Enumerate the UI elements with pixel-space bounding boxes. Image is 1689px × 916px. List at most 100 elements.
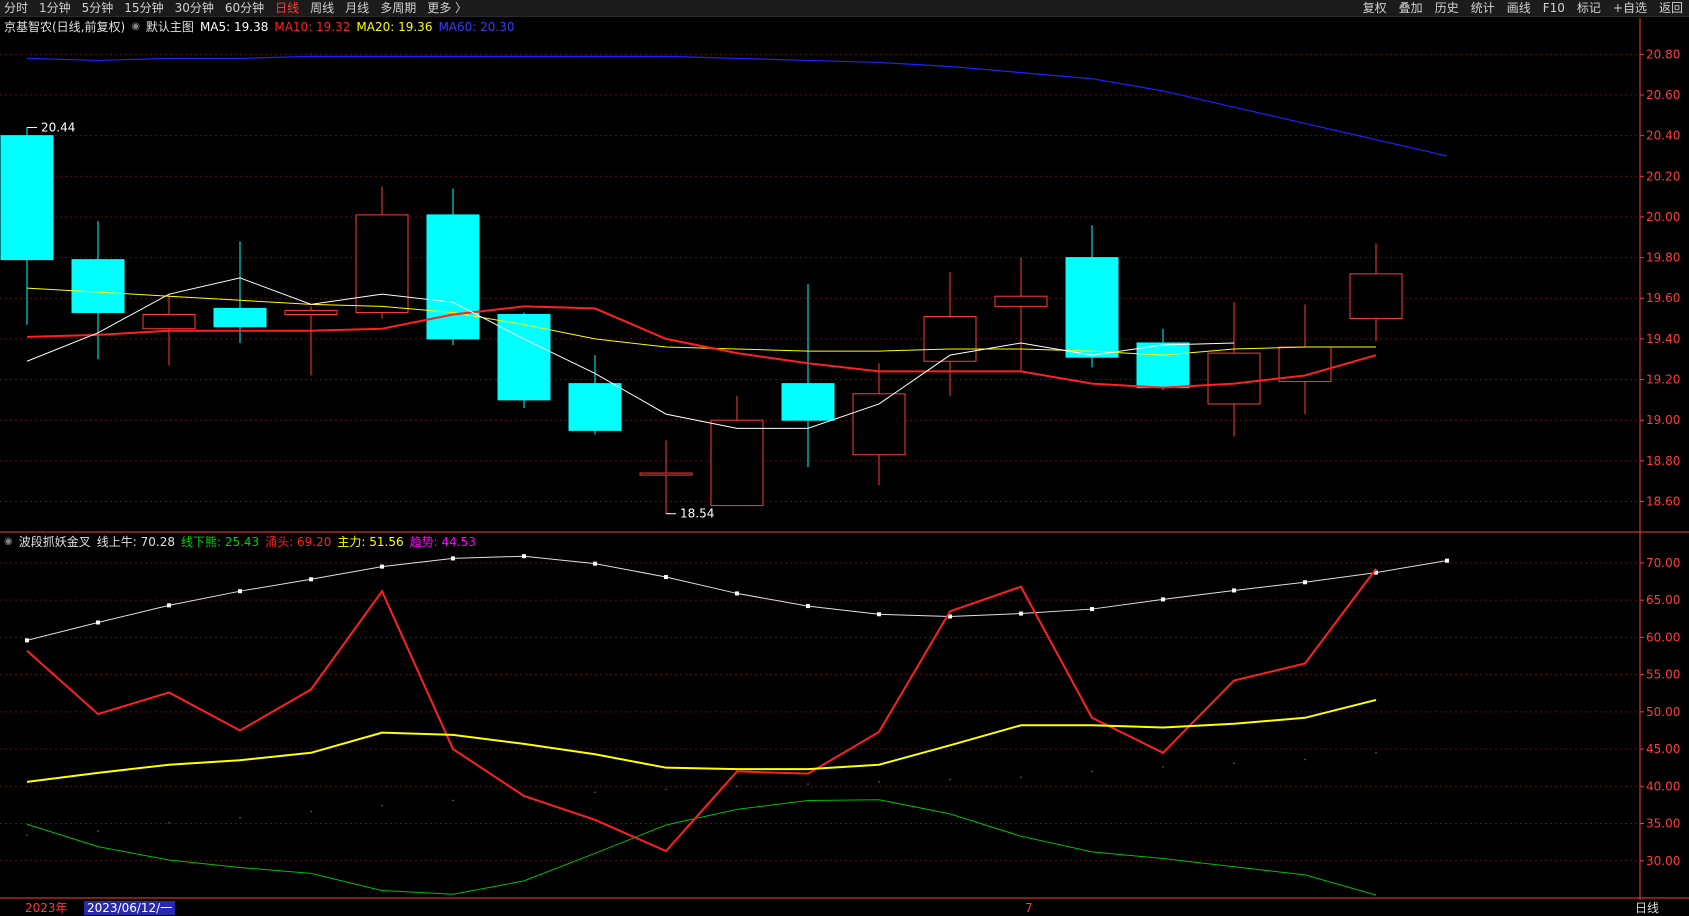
candle-body-7: [497, 314, 551, 401]
main-tick-label-8: 20.20: [1646, 169, 1680, 183]
sub-tick-label-7: 65.00: [1646, 593, 1680, 607]
bear-label: 线下熊: 25.43: [180, 535, 260, 549]
main-tick-label-2: 19.00: [1646, 413, 1680, 427]
trend-dot-4: [310, 810, 312, 813]
current-date-label: 2023/06/12/一: [84, 901, 176, 915]
main-tick-label-1: 18.80: [1646, 454, 1680, 468]
candle-body-19: [1349, 273, 1403, 320]
sub-indicator-name[interactable]: 波段抓妖金叉: [19, 533, 91, 550]
bull-point-7: [522, 554, 526, 559]
sub-tick-label-8: 70.00: [1646, 556, 1680, 570]
sub-indicator-dropdown-icon[interactable]: ◉: [4, 536, 13, 547]
sub-tick-label-0: 30.00: [1646, 854, 1680, 868]
sub-tick-label-2: 40.00: [1646, 779, 1680, 793]
candle-body-8: [568, 383, 622, 431]
sub-tick-label-1: 35.00: [1646, 817, 1680, 831]
candle-body-12: [852, 393, 906, 456]
trend-dot-1: [97, 830, 99, 832]
indicator-dropdown-icon[interactable]: ◉: [131, 21, 140, 32]
trend-dot-8: [594, 791, 596, 794]
main-tick-label-11: 20.80: [1646, 47, 1680, 61]
trend-dot-2: [168, 821, 170, 824]
month-mark-label: 7: [1025, 901, 1033, 915]
trend-dot-13: [949, 778, 951, 781]
bull-point-18: [1303, 580, 1307, 585]
bull-point-17: [1232, 588, 1236, 593]
trend-dot-5: [381, 804, 383, 807]
main-tick-label-0: 18.60: [1646, 495, 1680, 509]
sub-line-0: [26, 555, 1448, 641]
period-indicator[interactable]: 日线: [1635, 901, 1659, 915]
bull-label: 线上牛: 70.28: [96, 535, 175, 549]
date-axis-bar: [0, 900, 1689, 916]
candle-body-13: [923, 316, 977, 362]
candle-body-16: [1136, 342, 1190, 389]
candle-body-1: [71, 259, 125, 313]
bull-point-15: [1090, 607, 1094, 612]
trend-dot-0: [26, 834, 28, 837]
trend-dot-12: [878, 781, 880, 783]
sub-tick-label-5: 55.00: [1646, 668, 1680, 682]
trend-dot-6: [452, 799, 454, 802]
bull-point-10: [735, 591, 739, 596]
kline-chart[interactable]: 18.60 18.80 19.00 19.20 19.40 19.60 19.80 20.00…: [0, 0, 1689, 916]
main-tick-label-4: 19.40: [1646, 332, 1680, 346]
bull-point-6: [451, 556, 455, 561]
bull-point-5: [380, 564, 384, 569]
trend-dot-18: [1304, 758, 1306, 761]
trend-dot-14: [1020, 776, 1022, 779]
ma5-label: MA5: 19.38: [199, 19, 269, 34]
ma60-label: MA60: 20.30: [438, 19, 515, 34]
main-tick-label-3: 19.20: [1646, 373, 1680, 387]
bull-point-0: [25, 638, 29, 643]
candle-body-3: [213, 307, 267, 328]
trend-dot-17: [1233, 762, 1235, 765]
bull-point-2: [167, 603, 171, 608]
trend-dot-16: [1162, 766, 1164, 768]
year-label: 2023年: [25, 901, 68, 915]
qushi-label: 趋势: 44.53: [409, 535, 476, 549]
bull-point-9: [664, 575, 668, 580]
ma10-label: MA10: 19.32: [274, 19, 351, 34]
main-tick-label-9: 20.40: [1646, 129, 1680, 143]
main-tick-label-10: 20.60: [1646, 88, 1680, 102]
sub-tick-label-6: 60.00: [1646, 630, 1680, 644]
trend-dot-10: [736, 785, 738, 788]
bull-point-14: [1019, 611, 1023, 616]
bull-point-11: [806, 604, 810, 609]
sub-tick-label-3: 45.00: [1646, 742, 1680, 756]
ma5-line: [26, 277, 1235, 429]
main-chart-header: 京基智农(日线,前复权) ◉ 默认主图 MA5: 19.38 MA10: 19.…: [4, 18, 515, 35]
max-price-label: 20.44: [41, 121, 75, 135]
indicator-name[interactable]: 默认主图: [146, 18, 194, 35]
ma60-line: [26, 55, 1448, 157]
sub-chart-header: ◉ 波段抓妖金叉 线上牛: 70.28 线下熊: 25.43 涌头: 69.20…: [4, 533, 476, 550]
candle-body-6: [426, 214, 480, 340]
candle-body-5: [355, 214, 409, 313]
candle-body-0: [0, 135, 54, 261]
bull-point-16: [1161, 597, 1165, 602]
sub-line-1: [26, 799, 1377, 896]
bull-point-1: [96, 620, 100, 625]
sub-line-2: [26, 568, 1377, 853]
trend-dot-9: [665, 788, 667, 791]
trend-dot-3: [239, 816, 241, 819]
bull-point-4: [309, 577, 313, 582]
candle-body-10: [710, 419, 764, 507]
trend-dot-11: [807, 783, 809, 785]
trend-dot-19: [1375, 751, 1377, 754]
candle-body-11: [781, 383, 835, 421]
candle-body-17: [1207, 352, 1261, 405]
trend-dot-15: [1091, 770, 1093, 773]
zhuli-label: 主力: 51.56: [337, 535, 404, 549]
yongtou-label: 涌头: 69.20: [265, 535, 332, 549]
ma20-label: MA20: 19.36: [356, 19, 433, 34]
candle-body-4: [284, 309, 338, 316]
sub-tick-label-4: 50.00: [1646, 705, 1680, 719]
candle-body-2: [142, 314, 196, 330]
main-tick-label-5: 19.60: [1646, 291, 1680, 305]
trend-dot-7: [523, 795, 525, 798]
bull-point-8: [593, 561, 597, 566]
bull-point-20: [1445, 558, 1449, 563]
stock-name[interactable]: 京基智农(日线,前复权): [4, 18, 125, 35]
